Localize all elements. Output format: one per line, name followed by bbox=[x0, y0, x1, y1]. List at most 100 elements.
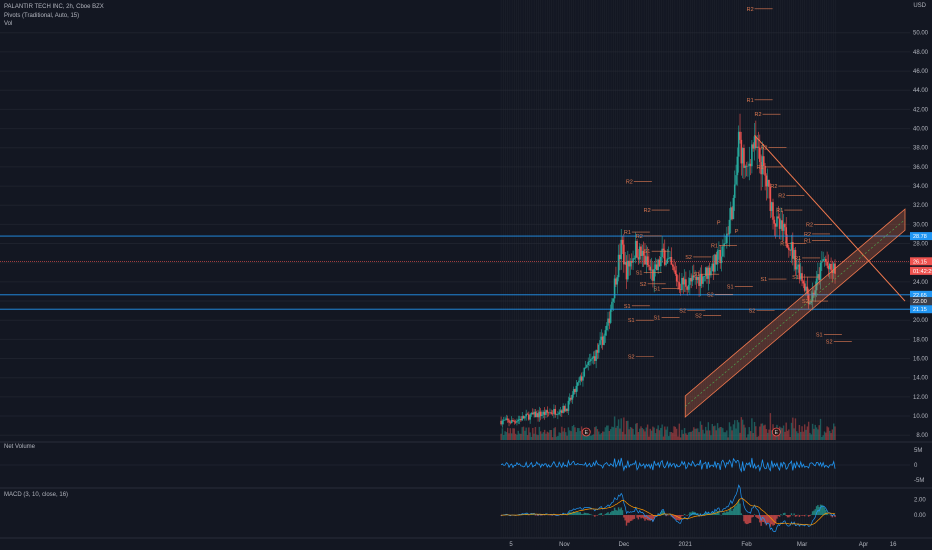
volume-bar bbox=[697, 428, 699, 440]
macd-hist-bar bbox=[756, 515, 758, 518]
macd-hist-bar bbox=[736, 503, 739, 516]
price-tick-label: 34.00 bbox=[913, 184, 929, 190]
volume-bar bbox=[657, 425, 659, 440]
candle-body bbox=[724, 243, 727, 244]
horizontal-lines bbox=[0, 235, 910, 310]
macd-hist-bar bbox=[594, 515, 596, 517]
macd-hist-bar bbox=[751, 515, 753, 518]
volume-bar bbox=[826, 426, 828, 440]
macd-hist-bar bbox=[590, 514, 592, 516]
volume-bar bbox=[509, 428, 512, 440]
volume-bar bbox=[801, 426, 803, 440]
macd-hist-bar bbox=[580, 513, 583, 516]
price-tick-label: 50.00 bbox=[913, 31, 929, 37]
macd-hist-bar bbox=[628, 515, 630, 523]
macd-hist-bar bbox=[732, 508, 735, 516]
volume-bar bbox=[695, 428, 698, 440]
candle-body bbox=[605, 325, 608, 331]
candle-body bbox=[575, 385, 578, 393]
macd-hist-bar bbox=[681, 515, 683, 516]
volume-bar bbox=[681, 429, 683, 440]
candle-body bbox=[764, 165, 766, 176]
pivot-label: R2 bbox=[636, 234, 643, 240]
grid-lines bbox=[0, 32, 910, 436]
volume-bar bbox=[543, 429, 546, 440]
pivot-label: S1 bbox=[628, 318, 635, 324]
volume-bar bbox=[591, 434, 593, 440]
volume-bar bbox=[671, 432, 674, 440]
macd-hist-bar bbox=[757, 515, 760, 519]
macd-hist-bar bbox=[615, 509, 617, 516]
symbol-legend[interactable]: PALANTIR TECH INC, 2h, Cboe BZX bbox=[4, 4, 104, 10]
volume-bar bbox=[739, 432, 741, 440]
macd-hist-bar bbox=[734, 506, 736, 516]
macd-tick: 2.00 bbox=[914, 498, 926, 504]
price-tick-label: 42.00 bbox=[913, 107, 929, 113]
macd-hist-bar bbox=[572, 511, 575, 516]
pivot-label: S1 bbox=[636, 270, 643, 276]
volume-bar bbox=[662, 436, 665, 440]
candle-body bbox=[648, 264, 650, 267]
candle-body bbox=[526, 413, 529, 415]
macd-hist-bar bbox=[784, 512, 786, 516]
macd-hist-bar bbox=[731, 510, 733, 516]
candle-body bbox=[646, 256, 649, 265]
volume-bar bbox=[516, 434, 518, 440]
candle-body bbox=[788, 247, 790, 251]
candle-body bbox=[685, 279, 687, 287]
volume-legend[interactable]: Vol bbox=[4, 21, 12, 27]
volume-bar bbox=[761, 423, 764, 440]
price-tick-label: 16.00 bbox=[913, 357, 929, 363]
volume-bar bbox=[595, 426, 597, 440]
candle-body bbox=[576, 382, 579, 386]
volume-bar bbox=[666, 426, 669, 440]
candle-body bbox=[739, 131, 741, 140]
volume-bar bbox=[736, 420, 739, 440]
volume-bar bbox=[514, 433, 517, 440]
net-volume-label[interactable]: Net Volume bbox=[4, 444, 35, 450]
macd-hist-bar bbox=[607, 512, 609, 516]
volume-bar bbox=[650, 430, 653, 440]
price-tick-label: 30.00 bbox=[913, 222, 929, 228]
macd-hist-bar bbox=[627, 515, 629, 523]
volume-bar bbox=[633, 434, 636, 440]
macd-hist-bar bbox=[582, 514, 584, 516]
volume-bar bbox=[673, 426, 675, 440]
volume-bar bbox=[635, 423, 637, 440]
candle-body bbox=[558, 412, 560, 415]
candle-body bbox=[504, 419, 506, 421]
volume-bar bbox=[823, 431, 826, 440]
volume-bar bbox=[613, 416, 616, 440]
macd-hist-bar bbox=[744, 515, 746, 524]
pivot-label: R2 bbox=[747, 7, 754, 13]
volume-bar bbox=[628, 429, 630, 440]
volume-bar bbox=[617, 419, 620, 440]
volume-bar bbox=[782, 425, 785, 440]
volume-bar bbox=[644, 431, 646, 440]
candle-body bbox=[604, 330, 607, 336]
volume-bar bbox=[712, 426, 715, 440]
pivot-label: R1 bbox=[794, 256, 801, 262]
price-chart[interactable]: R2R2R1R2R1R2R2R2R1R2R2R2R1R1R1R1R2R1S1S2… bbox=[0, 0, 932, 550]
volume-bar bbox=[621, 431, 624, 440]
volume-bar bbox=[743, 424, 745, 440]
macd-hist-bar bbox=[583, 512, 585, 516]
macd-label[interactable]: MACD (3, 10, close, 16) bbox=[4, 492, 68, 498]
macd-hist-bar bbox=[786, 515, 789, 518]
macd-hist-bar bbox=[747, 515, 749, 524]
volume-bar bbox=[632, 428, 634, 440]
candle-body bbox=[736, 156, 739, 176]
volume-bar bbox=[821, 437, 823, 440]
price-tick-label: 12.00 bbox=[913, 395, 929, 401]
volume-bar bbox=[536, 434, 538, 440]
pivot-label: S2 bbox=[695, 313, 702, 319]
candle-body bbox=[716, 250, 719, 265]
volume-bar bbox=[501, 428, 504, 440]
volume-bar bbox=[641, 427, 644, 440]
volume-bar bbox=[806, 426, 809, 440]
candle-body bbox=[599, 340, 601, 345]
volume-bar bbox=[534, 426, 537, 440]
volume-bar bbox=[604, 427, 607, 440]
pivots-legend[interactable]: Pivots (Traditional, Auto, 15) bbox=[4, 13, 79, 19]
candle-body bbox=[732, 197, 735, 220]
